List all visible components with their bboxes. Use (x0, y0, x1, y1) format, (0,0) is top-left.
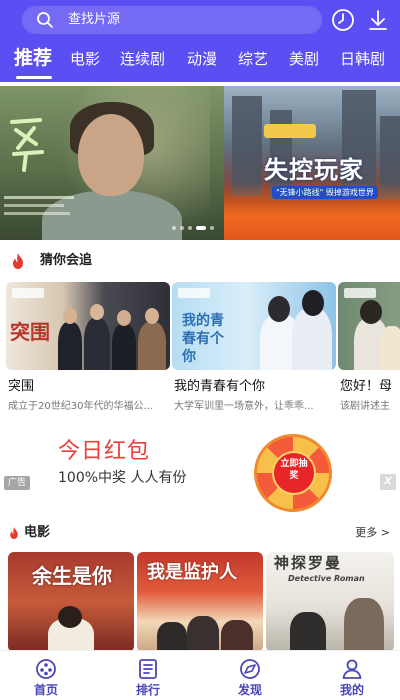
indicator-dot (188, 226, 192, 230)
indicator-dot (172, 226, 176, 230)
poster-figure-hair (58, 606, 82, 628)
platform-logo (344, 288, 376, 298)
nav-label: 排行 (135, 683, 160, 697)
poster-figure-head (117, 310, 131, 326)
poster-figure (84, 318, 110, 370)
profile-icon (342, 659, 362, 679)
banner-movie-title: 失控玩家 (264, 156, 364, 184)
indicator-dot (180, 226, 184, 230)
show-description: 大学军训里一场意外，让乖乖... (174, 401, 314, 412)
movies-section-header: 电影 更多 > (0, 518, 400, 548)
movie-poster[interactable]: 余生是你 (8, 552, 134, 652)
nav-discover[interactable]: 发现 (220, 655, 280, 699)
tab-recommend[interactable]: 推荐 (14, 44, 52, 72)
fire-icon (13, 253, 23, 269)
fire-icon (10, 527, 18, 539)
nav-label: 发现 (237, 683, 262, 697)
search-icon (37, 12, 53, 28)
tab-series[interactable]: 连续剧 (120, 48, 165, 70)
ad-close-button[interactable]: X (380, 474, 396, 490)
lottery-button-label[interactable]: 立即抽奖 (278, 458, 310, 482)
poster-figure-hair (360, 300, 382, 324)
poster-figure (380, 326, 400, 370)
ad-banner[interactable]: 今日红包 100%中奖 人人有份 广告 立即抽奖 X (0, 432, 400, 512)
ad-title: 今日红包 (58, 439, 151, 464)
history-clock-icon[interactable] (331, 8, 355, 32)
poster-figure (292, 308, 332, 370)
poster-figure-hair (268, 296, 290, 322)
banner-building (232, 96, 262, 196)
banner-caption-lines (4, 196, 74, 215)
indicator-dot (210, 226, 214, 230)
show-title: 突围 (8, 379, 35, 394)
poster-title: 余生是你 (32, 564, 112, 588)
poster-title: 我的青春有个你 (182, 313, 224, 365)
movies-list: 余生是你 我是监护人 神探罗曼 Detective Roman (0, 552, 400, 652)
show-description: 该剧讲述主 (340, 401, 390, 412)
discover-icon (240, 659, 260, 679)
poster-title: 突围 (10, 320, 50, 344)
poster-figure-head (145, 308, 159, 324)
section-title: 电影 (24, 525, 51, 540)
ranking-icon (139, 659, 157, 679)
poster-figure (157, 622, 187, 652)
search-bar[interactable]: 查找片源 (22, 6, 322, 34)
banner-brand-tag (264, 124, 316, 138)
poster-title: 神探罗曼 (274, 554, 343, 572)
tab-jp-kr-drama[interactable]: 日韩剧 (340, 48, 385, 70)
show-description: 成立于20世纪30年代的华福公... (8, 401, 153, 412)
recommend-list: 突围 突围 成立于20世纪30年代的华福公... 我的青春有个你 我的青春有个你… (0, 282, 400, 418)
poster-subtitle: Detective Roman (288, 574, 365, 583)
banner-calligraphy-logo (10, 118, 44, 172)
show-title: 我的青春有个你 (174, 379, 266, 394)
banner-figure-face (78, 114, 144, 196)
banner-movie-tagline: "无锋小路线" 毁掉游戏世界 (272, 186, 378, 199)
poster-figure (187, 616, 219, 652)
poster-figure (344, 598, 384, 652)
poster-figure-head (90, 304, 104, 320)
nav-home[interactable]: 首页 (16, 655, 76, 699)
show-poster: 突围 (6, 282, 170, 370)
download-icon[interactable] (366, 8, 390, 32)
active-tab-indicator (16, 76, 52, 79)
banner-slide-movie[interactable]: 失控玩家 "无锋小路线" 毁掉游戏世界 (224, 86, 400, 240)
movie-poster[interactable]: 神探罗曼 Detective Roman (266, 552, 394, 652)
platform-logo (178, 288, 210, 298)
show-poster (338, 282, 400, 370)
more-link[interactable]: 更多 > (355, 524, 390, 542)
poster-figure (112, 324, 136, 370)
home-icon (36, 659, 56, 679)
nav-profile[interactable]: 我的 (322, 655, 382, 699)
poster-figure (221, 620, 253, 652)
section-title: 猜你会追 (40, 253, 93, 268)
poster-figure (58, 322, 82, 370)
poster-figure (138, 322, 166, 370)
top-header: 查找片源 推荐 电影 连续剧 动漫 综艺 美剧 日韩剧 (0, 0, 400, 82)
show-title: 您好！母 (340, 379, 393, 394)
search-placeholder: 查找片源 (68, 12, 121, 27)
bottom-navigation: 首页 排行 发现 我的 (0, 650, 400, 700)
indicator-dot-active (196, 226, 206, 230)
poster-figure-head (63, 308, 77, 324)
nav-label: 首页 (33, 683, 58, 697)
tab-variety[interactable]: 综艺 (238, 48, 268, 70)
ad-subtitle: 100%中奖 人人有份 (58, 470, 187, 486)
tab-anime[interactable]: 动漫 (187, 48, 217, 70)
nav-label: 我的 (339, 683, 364, 697)
recommend-section-header: 猜你会追 (0, 246, 400, 276)
banner-carousel[interactable]: 失控玩家 "无锋小路线" 毁掉游戏世界 (0, 86, 400, 240)
nav-ranking[interactable]: 排行 (118, 655, 178, 699)
banner-slide-drama[interactable] (0, 86, 224, 240)
tab-us-drama[interactable]: 美剧 (289, 48, 319, 70)
ad-badge: 广告 (4, 476, 30, 490)
category-tabs: 推荐 电影 连续剧 动漫 综艺 美剧 日韩剧 (0, 44, 400, 79)
movie-poster[interactable]: 我是监护人 (137, 552, 263, 652)
tab-movies[interactable]: 电影 (70, 48, 100, 70)
poster-figure (290, 612, 326, 652)
poster-title: 我是监护人 (147, 562, 237, 583)
show-poster: 我的青春有个你 (172, 282, 336, 370)
poster-figure-hair (302, 290, 324, 316)
platform-logo (12, 288, 44, 298)
